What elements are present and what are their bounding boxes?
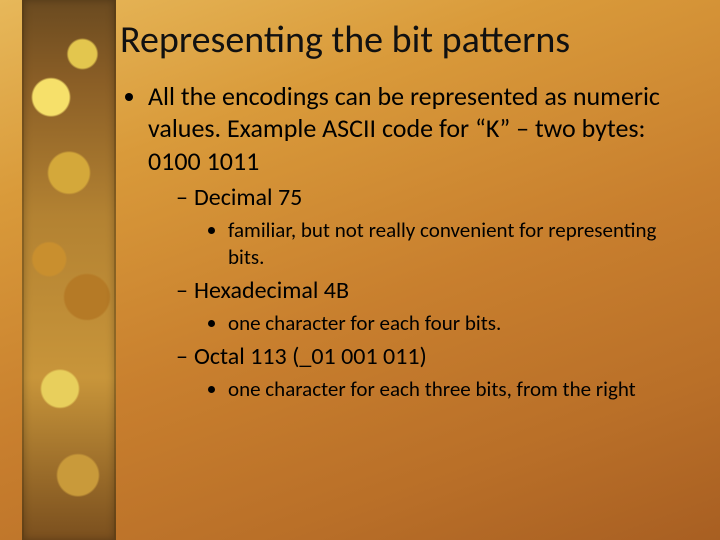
sub-bullet-item: Hexadecimal 4B one character for each fo… bbox=[176, 276, 690, 336]
decorative-sidebar-image bbox=[22, 0, 116, 540]
slide-title: Representing the bit patterns bbox=[120, 20, 690, 62]
bullet-item: All the encodings can be represented as … bbox=[148, 80, 690, 403]
slide: Representing the bit patterns All the en… bbox=[0, 0, 720, 540]
sub-sub-bullet-item: one character for each three bits, from … bbox=[228, 376, 690, 402]
sub-bullet-text: Octal 113 (_01 001 011) bbox=[194, 342, 427, 371]
sub-bullet-text: Decimal 75 bbox=[194, 183, 302, 212]
sub-bullet-item: Octal 113 (_01 001 011) one character fo… bbox=[176, 342, 690, 402]
slide-content: Representing the bit patterns All the en… bbox=[120, 20, 690, 402]
sub-sub-bullet-text: one character for each four bits. bbox=[228, 310, 501, 336]
sub-bullet-item: Decimal 75 familiar, but not really conv… bbox=[176, 183, 690, 270]
sub-sub-bullet-list: one character for each four bits. bbox=[194, 310, 690, 336]
bullet-list: All the encodings can be represented as … bbox=[120, 80, 690, 403]
sub-sub-bullet-text: one character for each three bits, from … bbox=[228, 376, 636, 402]
bullet-text: All the encodings can be represented as … bbox=[148, 80, 660, 177]
sub-sub-bullet-item: familiar, but not really convenient for … bbox=[228, 217, 690, 270]
sub-sub-bullet-list: one character for each three bits, from … bbox=[194, 376, 690, 402]
sub-bullet-list: Decimal 75 familiar, but not really conv… bbox=[148, 183, 690, 402]
sub-sub-bullet-text: familiar, but not really convenient for … bbox=[228, 217, 656, 269]
sub-sub-bullet-item: one character for each four bits. bbox=[228, 310, 690, 336]
sub-bullet-text: Hexadecimal 4B bbox=[194, 276, 349, 305]
sub-sub-bullet-list: familiar, but not really convenient for … bbox=[194, 217, 690, 270]
